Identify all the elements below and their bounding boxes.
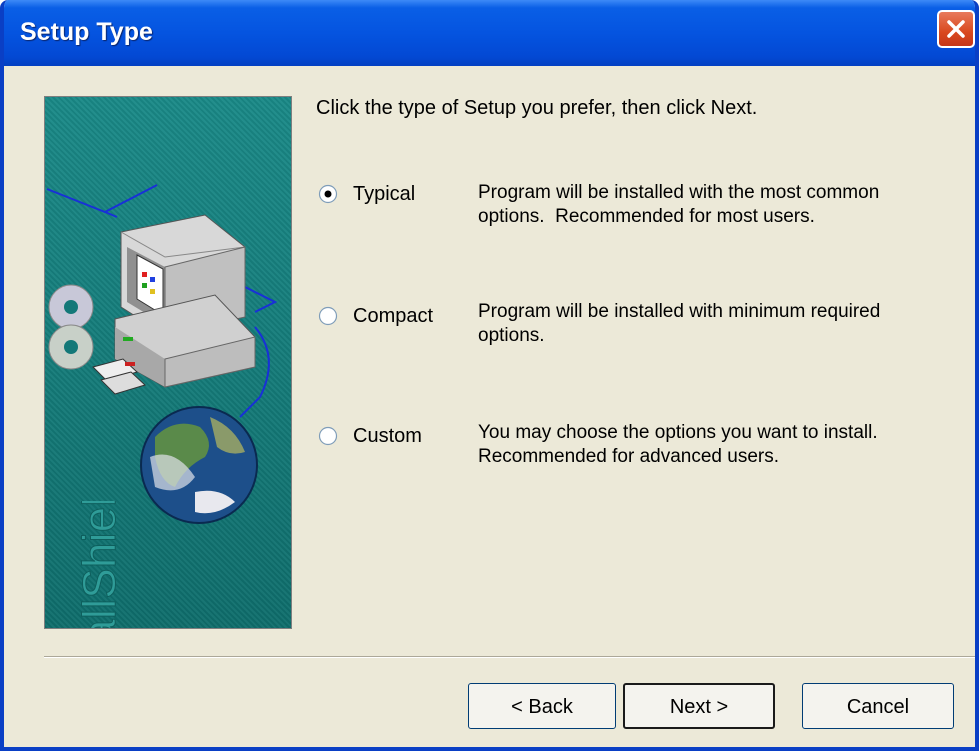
radio-custom[interactable] (318, 426, 338, 446)
next-button[interactable]: Next > (623, 683, 775, 729)
description-line: options. (478, 325, 545, 346)
installshield-logo: InstallShield (73, 501, 126, 629)
svg-text:InstallShield: InstallShield (73, 501, 125, 629)
installshield-banner: InstallShield (44, 96, 292, 629)
instructions-text: Click the type of Setup you prefer, then… (316, 97, 758, 119)
description-line: Recommended for advanced users. (478, 446, 779, 467)
cd-icon (48, 284, 94, 370)
description-line: options. Recommended for most users. (478, 206, 815, 227)
description-line: Program will be installed with the most … (478, 182, 880, 203)
window-title: Setup Type (20, 18, 153, 46)
option-compact-label[interactable]: Compact (353, 305, 433, 328)
option-compact-description: Program will be installed with minimum r… (478, 300, 958, 348)
radio-typical[interactable] (318, 184, 338, 204)
back-button[interactable]: < Back (468, 683, 616, 729)
cancel-button[interactable]: Cancel (802, 683, 954, 729)
setup-dialog: Setup Type InstallShield Click the type … (0, 0, 979, 751)
title-bar[interactable]: Setup Type (4, 0, 975, 66)
description-line: Program will be installed with minimum r… (478, 301, 881, 322)
radio-compact[interactable] (318, 306, 338, 326)
close-button[interactable] (937, 10, 975, 48)
option-custom-description: You may choose the options you want to i… (478, 421, 958, 469)
globe-icon (140, 406, 258, 524)
divider (44, 656, 975, 658)
option-custom-label[interactable]: Custom (353, 425, 422, 448)
option-typical-description: Program will be installed with the most … (478, 181, 958, 229)
option-typical-label[interactable]: Typical (353, 183, 415, 206)
description-line: You may choose the options you want to i… (478, 422, 878, 443)
close-icon (947, 20, 965, 38)
